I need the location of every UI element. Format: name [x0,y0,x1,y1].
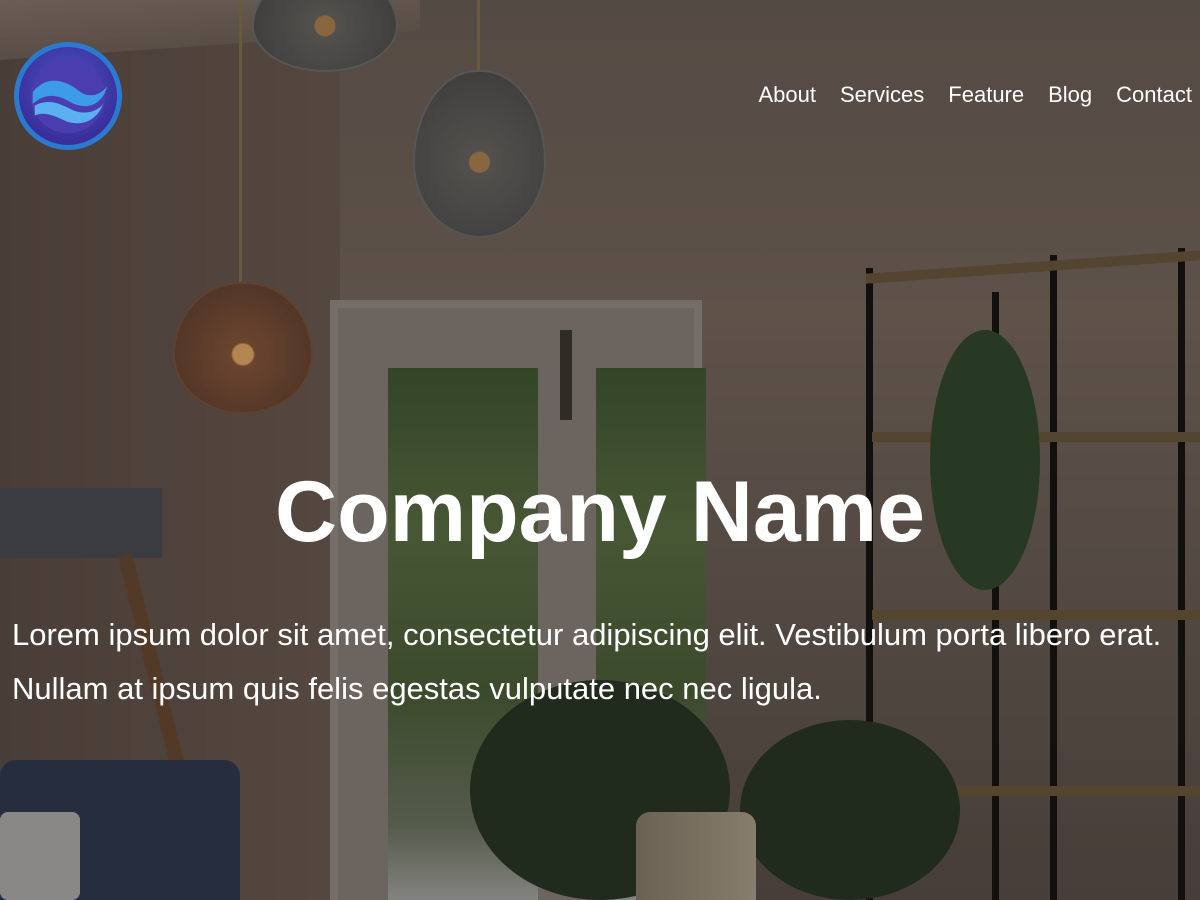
hero-title: Company Name [275,464,925,560]
hero-description: Lorem ipsum dolor sit amet, consectetur … [12,617,1162,706]
main-nav: About Services Feature Blog Contact [758,80,1192,110]
hero-section: About Services Feature Blog Contact Comp… [0,0,1200,900]
nav-link-blog[interactable]: Blog [1048,80,1092,110]
nav-link-about[interactable]: About [758,80,816,110]
nav-link-contact[interactable]: Contact [1116,80,1192,110]
wave-logo-icon [30,58,108,134]
nav-link-feature[interactable]: Feature [948,80,1024,110]
hero-overlay [0,0,1200,900]
nav-link-services[interactable]: Services [840,80,924,110]
company-logo[interactable] [14,42,122,150]
